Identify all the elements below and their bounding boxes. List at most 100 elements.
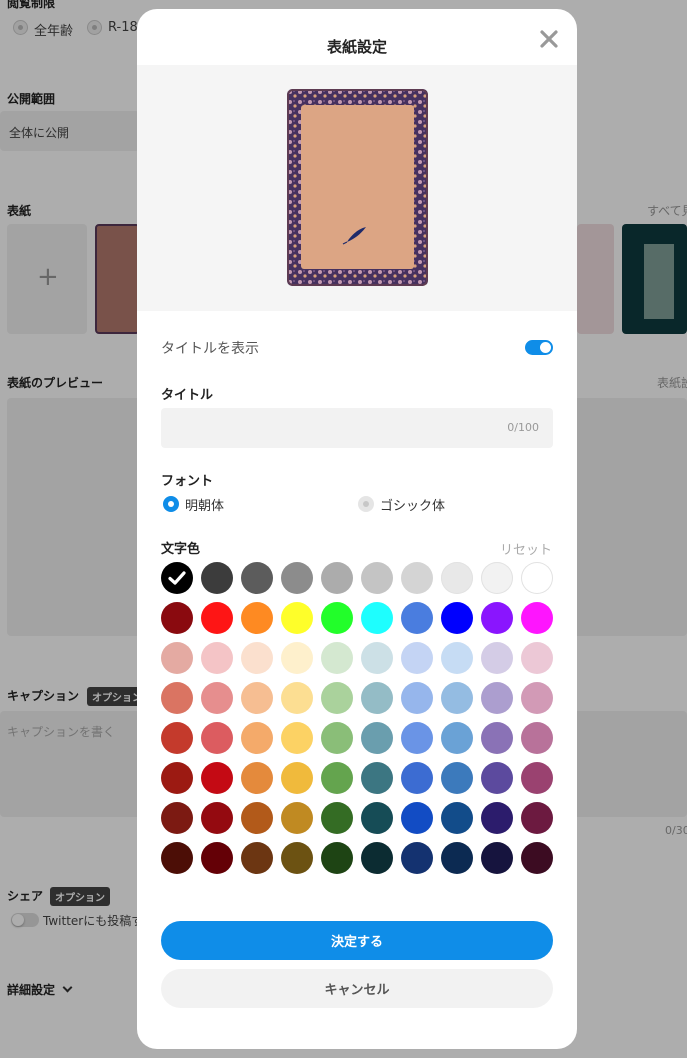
color-swatch[interactable] [281,642,313,674]
color-swatch[interactable] [361,602,393,634]
color-swatch[interactable] [361,762,393,794]
color-swatch[interactable] [161,602,193,634]
color-swatch[interactable] [321,602,353,634]
color-swatch[interactable] [241,642,273,674]
color-swatch[interactable] [321,642,353,674]
color-swatch[interactable] [321,722,353,754]
color-swatch[interactable] [161,562,193,594]
color-swatch[interactable] [481,722,513,754]
text-color-label: 文字色 [161,542,201,557]
color-swatch[interactable] [401,762,433,794]
color-swatch[interactable] [321,682,353,714]
color-swatch[interactable] [281,602,313,634]
color-swatch[interactable] [401,842,433,874]
color-swatch[interactable] [361,642,393,674]
close-button[interactable] [537,27,561,51]
color-swatch[interactable] [481,802,513,834]
color-swatch[interactable] [361,722,393,754]
color-swatch[interactable] [401,722,433,754]
show-title-toggle[interactable] [525,340,553,355]
color-swatch[interactable] [481,602,513,634]
color-swatch[interactable] [201,802,233,834]
color-swatch[interactable] [441,762,473,794]
color-swatch[interactable] [481,762,513,794]
cover-preview-area [137,65,577,311]
color-swatch[interactable] [481,562,513,594]
color-swatch[interactable] [521,842,553,874]
cancel-button[interactable]: キャンセル [161,969,553,1008]
color-swatch[interactable] [281,682,313,714]
color-swatch[interactable] [281,802,313,834]
title-counter: 0/100 [507,421,539,434]
checkmark-icon [168,571,186,585]
color-swatch[interactable] [401,562,433,594]
color-swatch[interactable] [521,562,553,594]
color-swatch[interactable] [201,722,233,754]
title-input[interactable] [161,408,553,448]
color-swatch[interactable] [481,842,513,874]
color-swatch[interactable] [201,642,233,674]
color-swatch[interactable] [241,602,273,634]
font-option-gothic-label: ゴシック体 [380,499,446,514]
color-swatch[interactable] [201,682,233,714]
color-swatch[interactable] [161,802,193,834]
color-swatch[interactable] [361,682,393,714]
color-swatch[interactable] [161,682,193,714]
color-swatch[interactable] [241,762,273,794]
color-swatch[interactable] [161,642,193,674]
color-swatch[interactable] [361,562,393,594]
color-swatch[interactable] [441,682,473,714]
title-label: タイトル [161,388,214,403]
color-swatch[interactable] [521,762,553,794]
color-swatch[interactable] [401,602,433,634]
color-swatch[interactable] [441,562,473,594]
color-swatch[interactable] [441,602,473,634]
color-swatch[interactable] [441,842,473,874]
color-swatch[interactable] [401,682,433,714]
cover-preview-image [287,89,428,286]
color-swatch[interactable] [241,682,273,714]
color-swatch[interactable] [281,842,313,874]
font-option-mincho-label: 明朝体 [185,499,225,514]
font-radio-gothic[interactable] [358,496,374,512]
show-title-label: タイトルを表示 [161,341,259,357]
color-swatch[interactable] [321,842,353,874]
color-swatch[interactable] [321,802,353,834]
color-swatch[interactable] [401,802,433,834]
color-swatch[interactable] [161,722,193,754]
color-swatch[interactable] [481,642,513,674]
color-swatch[interactable] [201,602,233,634]
reset-color-button[interactable]: リセット [500,539,552,558]
color-swatch[interactable] [441,642,473,674]
color-swatch[interactable] [521,722,553,754]
color-swatch[interactable] [401,642,433,674]
color-swatch[interactable] [521,682,553,714]
color-swatch[interactable] [521,602,553,634]
color-swatch[interactable] [281,762,313,794]
color-swatch[interactable] [241,722,273,754]
color-swatch[interactable] [201,562,233,594]
color-swatch[interactable] [241,802,273,834]
color-swatch[interactable] [321,762,353,794]
color-swatch[interactable] [521,642,553,674]
confirm-button[interactable]: 決定する [161,921,553,960]
color-swatch[interactable] [241,562,273,594]
color-swatch[interactable] [161,762,193,794]
color-swatch[interactable] [441,722,473,754]
modal-title: 表紙設定 [326,38,387,56]
color-swatch[interactable] [321,562,353,594]
color-swatch[interactable] [361,842,393,874]
color-swatch[interactable] [281,562,313,594]
font-label: フォント [161,474,214,489]
color-swatch[interactable] [201,762,233,794]
color-swatch[interactable] [241,842,273,874]
color-swatch[interactable] [481,682,513,714]
close-icon [540,30,558,48]
color-swatch[interactable] [361,802,393,834]
color-swatch[interactable] [521,802,553,834]
color-swatch[interactable] [441,802,473,834]
color-swatch[interactable] [161,842,193,874]
color-swatch[interactable] [201,842,233,874]
color-swatch[interactable] [281,722,313,754]
font-radio-mincho[interactable] [163,496,179,512]
